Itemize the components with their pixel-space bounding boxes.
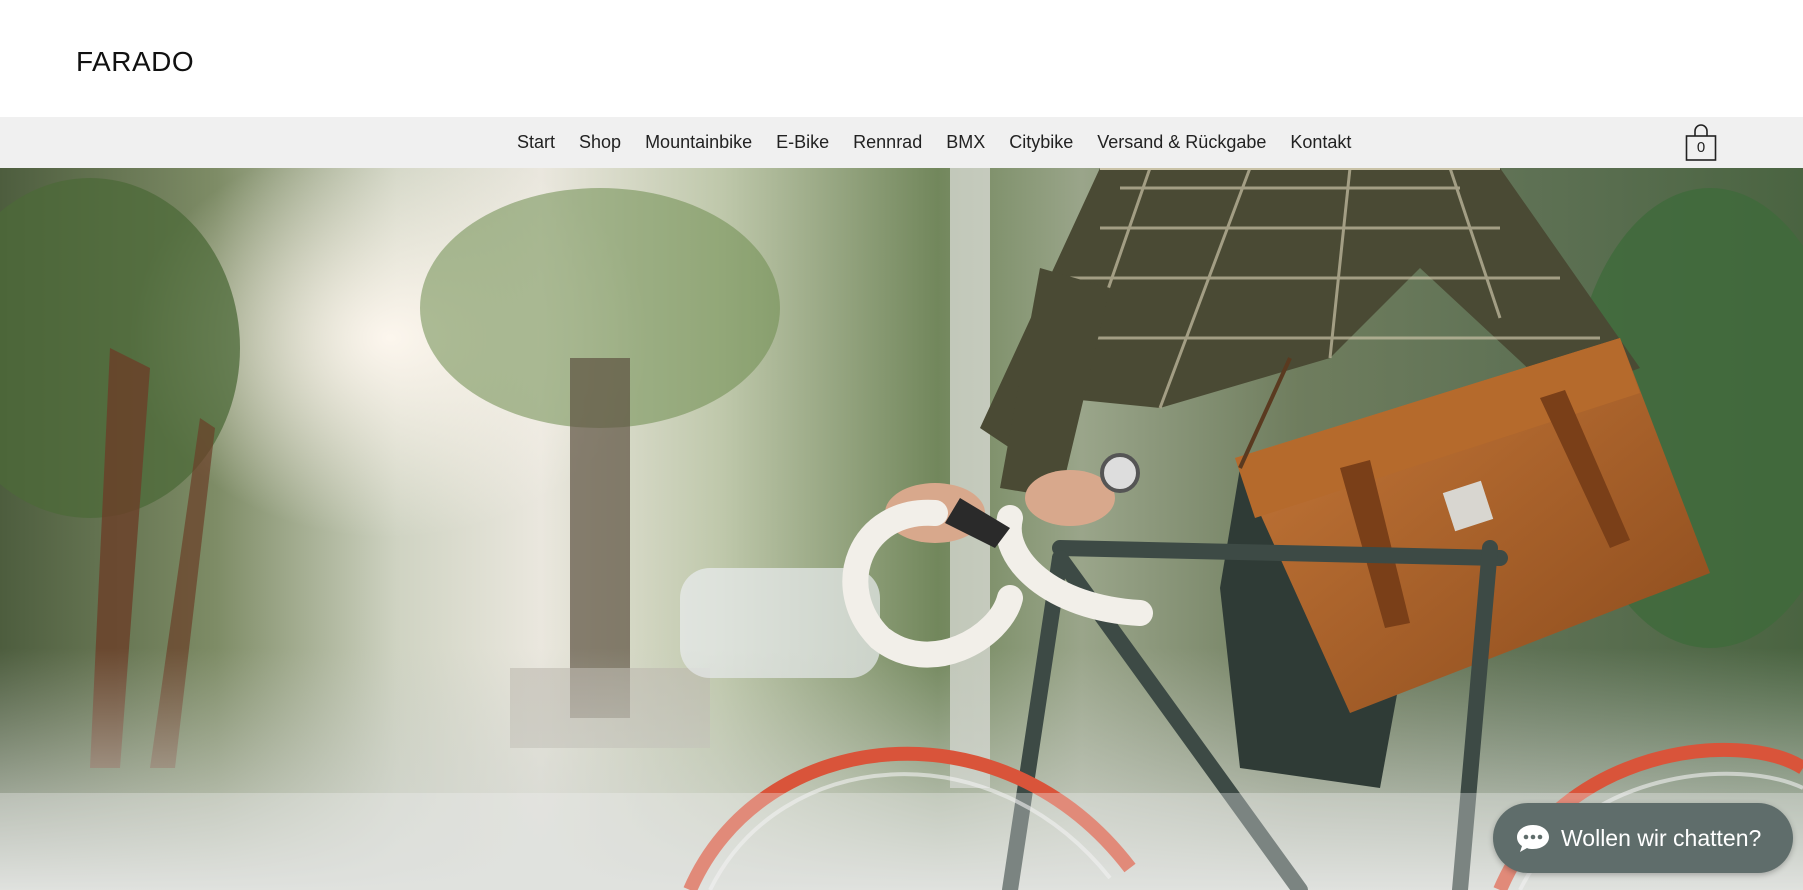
nav-menu: Start Shop Mountainbike E-Bike Rennrad B… — [505, 117, 1363, 168]
cart-button[interactable]: 0 — [1685, 124, 1717, 162]
hero-image — [0, 168, 1803, 890]
chat-bubble-icon — [1517, 825, 1549, 852]
nav-item-shop[interactable]: Shop — [567, 132, 633, 153]
nav-item-start[interactable]: Start — [505, 132, 567, 153]
nav-item-versand-rueckgabe[interactable]: Versand & Rückgabe — [1085, 132, 1278, 153]
nav-item-bmx[interactable]: BMX — [934, 132, 997, 153]
nav-item-citybike[interactable]: Citybike — [997, 132, 1085, 153]
main-navigation: Start Shop Mountainbike E-Bike Rennrad B… — [0, 117, 1803, 168]
cart-count: 0 — [1696, 139, 1706, 156]
nav-item-rennrad[interactable]: Rennrad — [841, 132, 934, 153]
site-header: FARADO — [0, 0, 1803, 117]
hero-photo-illustration — [0, 168, 1803, 890]
nav-item-kontakt[interactable]: Kontakt — [1278, 132, 1363, 153]
chat-label: Wollen wir chatten? — [1561, 825, 1762, 851]
site-logo[interactable]: FARADO — [76, 46, 194, 78]
chat-button[interactable]: Wollen wir chatten? — [1493, 803, 1793, 873]
nav-item-e-bike[interactable]: E-Bike — [764, 132, 841, 153]
nav-item-mountainbike[interactable]: Mountainbike — [633, 132, 764, 153]
